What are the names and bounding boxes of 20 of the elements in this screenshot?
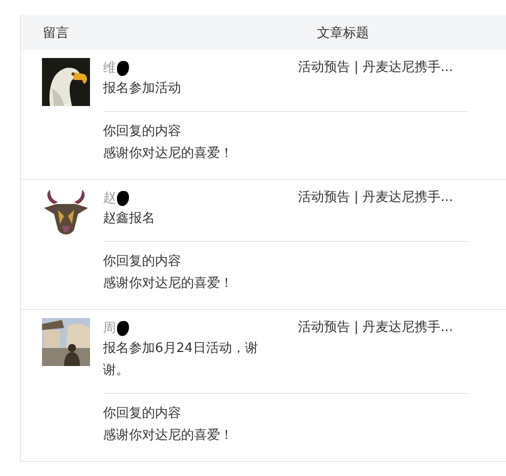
reply-text: 感谢你对达尼的喜爱！	[103, 427, 234, 445]
reply-label: 你回复的内容	[103, 253, 182, 271]
column-header: 留言	[42, 24, 70, 42]
redaction-mark	[117, 190, 129, 206]
comment-text: 报名参加6月24日活动，谢谢。	[103, 338, 468, 394]
user-name: 周	[103, 320, 116, 337]
column-header: 文章标题	[317, 24, 369, 42]
comment-text: 报名参加活动	[103, 78, 468, 112]
article-title[interactable]: 活动预告 | 丹麦达尼携手...	[298, 190, 454, 205]
redaction-mark	[117, 60, 129, 76]
redaction-mark	[117, 320, 129, 336]
user-name: 维	[103, 60, 116, 77]
reply-label: 你回复的内容	[103, 405, 182, 423]
article-title[interactable]: 活动预告 | 丹麦达尼携手...	[298, 320, 454, 335]
reply-label: 你回复的内容	[103, 123, 182, 141]
reply-text: 感谢你对达尼的喜爱！	[103, 145, 234, 163]
comment-text: 赵鑫报名	[103, 208, 468, 242]
user-name: 赵	[103, 190, 116, 207]
article-title[interactable]: 活动预告 | 丹麦达尼携手...	[298, 60, 454, 75]
reply-text: 感谢你对达尼的喜爱！	[103, 275, 234, 293]
